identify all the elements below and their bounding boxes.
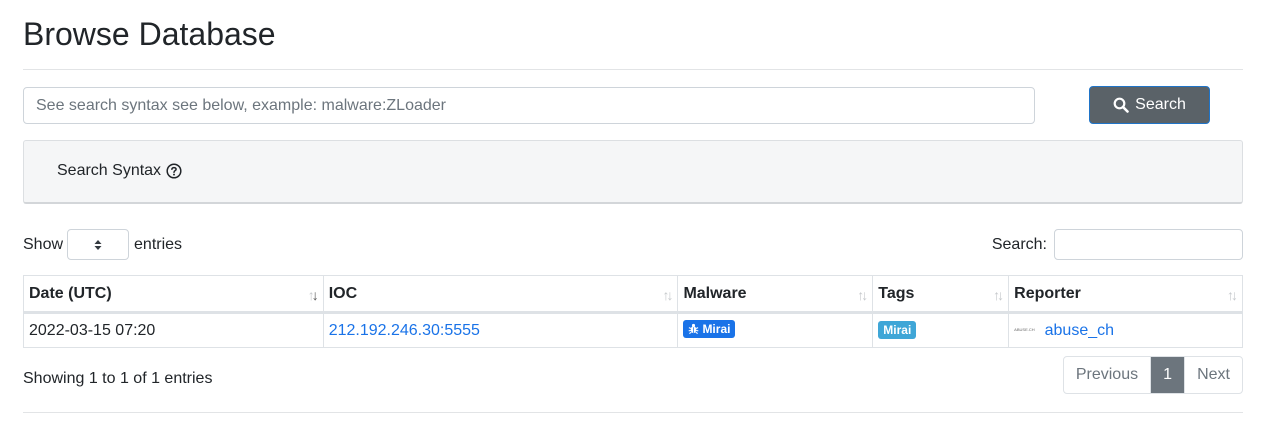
table-filter-input[interactable] xyxy=(1054,229,1243,260)
column-header-label: IOC xyxy=(328,284,358,302)
question-circle-icon xyxy=(166,163,182,179)
ioc-link[interactable]: 212.192.246.30:5555 xyxy=(329,322,480,339)
table-filter-control: Search: xyxy=(992,229,1243,260)
title-divider xyxy=(23,69,1243,70)
search-button-label: Search xyxy=(1135,96,1186,113)
column-header-label: Date (UTC) xyxy=(29,284,112,302)
entries-length-control: Show entries xyxy=(23,229,182,260)
entries-length-select[interactable] xyxy=(67,229,130,260)
sort-icon: ↑↓ xyxy=(857,287,868,303)
column-header-reporter[interactable]: Reporter ↑↓ xyxy=(1008,275,1243,314)
search-button[interactable]: Search xyxy=(1089,86,1210,124)
cell-malware: Mirai xyxy=(677,312,874,348)
sort-icon: ↑↓ xyxy=(993,287,1004,303)
results-table: Date (UTC) ↑↓ IOC ↑↓ Malware ↑↓ Tags ↑↓ … xyxy=(23,275,1243,348)
tag-badge[interactable]: Mirai xyxy=(878,320,917,339)
column-header-label: Tags xyxy=(878,284,915,302)
table-info: Showing 1 to 1 of 1 entries xyxy=(23,370,213,387)
pagination: Previous 1 Next xyxy=(1062,356,1243,394)
table-filter-label: Search: xyxy=(991,235,1047,253)
column-header-ioc[interactable]: IOC ↑↓ xyxy=(322,275,679,314)
reporter-link[interactable]: abuse_ch xyxy=(1045,322,1114,339)
cell-ioc: 212.192.246.30:5555 xyxy=(322,312,679,348)
sort-desc-icon: ↑↓ xyxy=(307,287,319,303)
search-input[interactable] xyxy=(23,87,1035,124)
search-syntax-toggle[interactable]: Search Syntax xyxy=(57,162,182,180)
search-syntax-label: Search Syntax xyxy=(57,162,162,179)
entries-suffix: entries xyxy=(134,235,183,253)
column-header-date[interactable]: Date (UTC) ↑↓ xyxy=(23,275,324,314)
bottom-divider xyxy=(23,412,1243,413)
pagination-previous[interactable]: Previous xyxy=(1064,357,1150,393)
sort-icon: ↑↓ xyxy=(662,287,673,303)
malware-badge-label: Mirai xyxy=(702,321,731,336)
search-syntax-card: Search Syntax xyxy=(23,140,1243,204)
column-header-label: Reporter xyxy=(1014,284,1081,302)
sort-arrows-icon xyxy=(94,239,102,250)
search-icon xyxy=(1113,97,1129,113)
column-header-malware[interactable]: Malware ↑↓ xyxy=(677,275,874,314)
reporter-logo: ABUSE.CH xyxy=(1014,327,1035,333)
cell-reporter: ABUSE.CH abuse_ch xyxy=(1008,312,1243,348)
entries-prefix: Show xyxy=(23,235,64,253)
malware-badge[interactable]: Mirai xyxy=(683,319,736,338)
table-row: 2022-03-15 07:20 212.192.246.30:5555 Mir… xyxy=(23,312,1243,348)
cell-date: 2022-03-15 07:20 xyxy=(23,312,324,348)
pagination-next[interactable]: Next xyxy=(1184,357,1242,393)
sort-icon: ↑↓ xyxy=(1227,287,1238,303)
browse-database-page: Browse Database Search Search Syntax Sho… xyxy=(0,0,1273,431)
bug-icon xyxy=(689,324,699,335)
page-title: Browse Database xyxy=(23,16,276,52)
table-header-row: Date (UTC) ↑↓ IOC ↑↓ Malware ↑↓ Tags ↑↓ … xyxy=(23,275,1243,314)
column-header-tags[interactable]: Tags ↑↓ xyxy=(872,275,1010,314)
cell-tags: Mirai xyxy=(872,312,1010,348)
pagination-page-1[interactable]: 1 xyxy=(1150,357,1185,393)
column-header-label: Malware xyxy=(683,284,747,302)
